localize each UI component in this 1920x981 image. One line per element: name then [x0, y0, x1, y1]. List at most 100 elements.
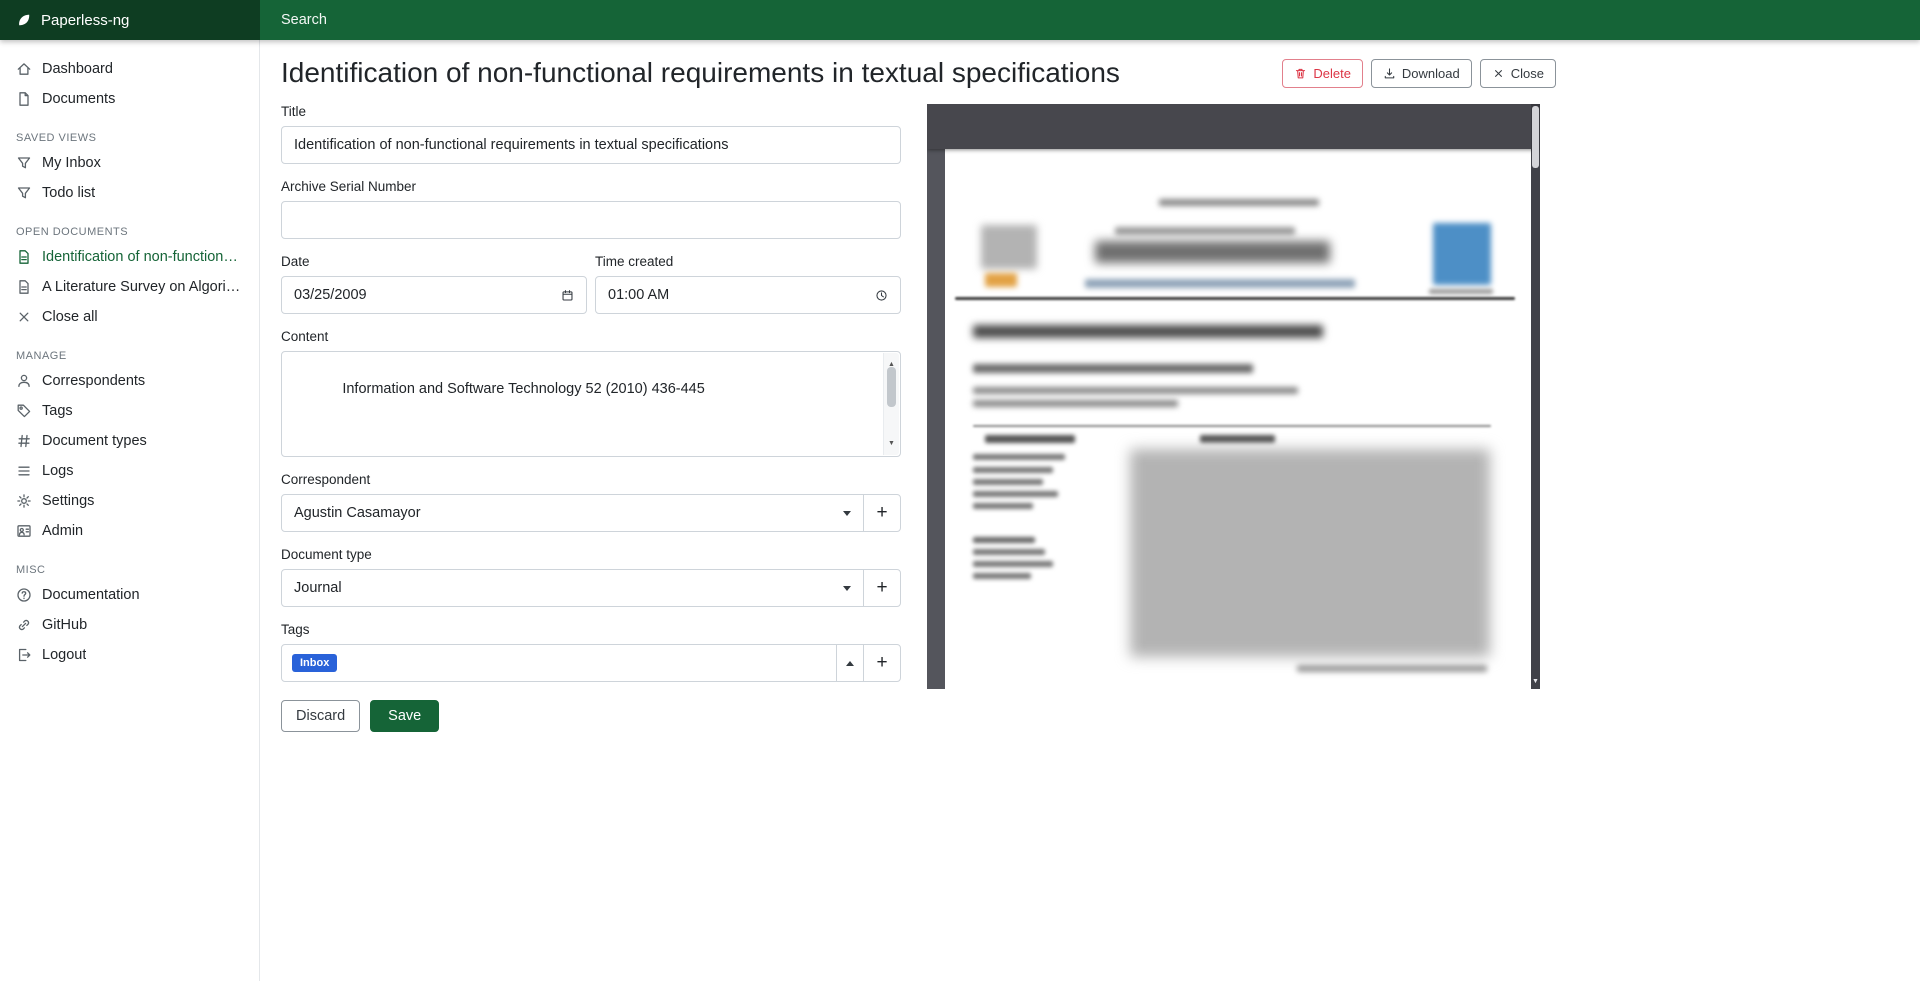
topbar: Paperless-ng	[0, 0, 1920, 40]
header-actions: Delete Download Close	[1282, 59, 1556, 88]
sidebar-item-github[interactable]: GitHub	[0, 610, 259, 640]
sidebar-item-label: GitHub	[42, 617, 87, 633]
date-value: 03/25/2009	[294, 287, 367, 303]
content-scrollbar[interactable]: ▲ ▼	[883, 353, 899, 455]
sidebar-item-label: Tags	[42, 403, 73, 419]
pdf-blur-block	[1095, 241, 1330, 263]
pdf-blur-block	[1115, 227, 1295, 235]
title-input[interactable]	[281, 126, 901, 164]
funnel-icon	[16, 185, 32, 201]
time-created-input[interactable]: 01:00 AM	[595, 276, 901, 314]
sidebar-item-admin[interactable]: Admin	[0, 516, 259, 546]
main-content: Identification of non-functional require…	[260, 40, 1920, 981]
chevron-down-icon	[843, 511, 851, 516]
document-type-field-label: Document type	[281, 547, 901, 562]
scrollbar-thumb[interactable]	[887, 367, 896, 407]
sidebar-item-dashboard[interactable]: Dashboard	[0, 54, 259, 84]
sidebar-item-logs[interactable]: Logs	[0, 456, 259, 486]
pdf-scrollbar-thumb[interactable]	[1532, 106, 1539, 168]
pdf-blur-block	[973, 573, 1031, 579]
sidebar-item-documents[interactable]: Documents	[0, 84, 259, 114]
caret-up-icon	[846, 661, 854, 666]
sidebar-item-label: Close all	[42, 309, 98, 325]
pdf-preview[interactable]: ▼	[927, 104, 1540, 689]
sidebar-section-misc: MISC	[16, 564, 243, 576]
download-button[interactable]: Download	[1371, 59, 1472, 88]
sidebar-item-logout[interactable]: Logout	[0, 640, 259, 670]
trash-icon	[1294, 67, 1307, 80]
document-type-select[interactable]: Journal	[281, 569, 864, 607]
correspondent-select[interactable]: Agustin Casamayor	[281, 494, 864, 532]
pdf-blur-block	[973, 503, 1033, 509]
add-tag-button[interactable]: +	[863, 644, 901, 682]
gear-icon	[16, 493, 32, 509]
tag-badge-inbox[interactable]: Inbox	[292, 654, 337, 672]
tags-dropdown-toggle-button[interactable]	[836, 644, 864, 682]
sidebar-item-label: Admin	[42, 523, 83, 539]
calendar-icon[interactable]	[561, 289, 574, 302]
tags-field-label: Tags	[281, 622, 901, 637]
pdf-page	[945, 149, 1531, 689]
content-textarea[interactable]: Information and Software Technology 52 (…	[281, 351, 901, 457]
sidebar-item-label: Settings	[42, 493, 94, 509]
download-button-label: Download	[1402, 66, 1460, 81]
pdf-blur-block	[973, 561, 1053, 567]
sidebar-item-correspondents[interactable]: Correspondents	[0, 366, 259, 396]
correspondent-field-label: Correspondent	[281, 472, 901, 487]
funnel-icon	[16, 155, 32, 171]
pdf-blur-block	[973, 425, 1491, 427]
sidebar-item-tags[interactable]: Tags	[0, 396, 259, 426]
pdf-blur-block	[955, 297, 1515, 300]
sidebar-item-open-document-2[interactable]: A Literature Survey on Algorithms for Mu…	[0, 272, 259, 302]
pdf-blur-block	[1159, 199, 1319, 206]
download-icon	[1383, 67, 1396, 80]
pdf-blur-block	[985, 273, 1017, 287]
pdf-scroll-down-arrow-icon[interactable]: ▼	[1531, 677, 1540, 687]
pdf-blur-block	[973, 454, 1065, 460]
delete-button[interactable]: Delete	[1282, 59, 1363, 88]
sidebar-item-todo-list[interactable]: Todo list	[0, 178, 259, 208]
sidebar-item-open-document-1[interactable]: Identification of non-functional require…	[0, 242, 259, 272]
pdf-blur-block	[981, 225, 1037, 269]
close-icon	[1492, 67, 1505, 80]
save-button[interactable]: Save	[370, 700, 439, 732]
pdf-blur-block	[973, 537, 1035, 543]
date-input[interactable]: 03/25/2009	[281, 276, 587, 314]
asn-field-label: Archive Serial Number	[281, 179, 901, 194]
pdf-blur-block	[1297, 665, 1487, 672]
sidebar-item-my-inbox[interactable]: My Inbox	[0, 148, 259, 178]
add-document-type-button[interactable]: +	[863, 569, 901, 607]
close-button[interactable]: Close	[1480, 59, 1556, 88]
sidebar-item-document-types[interactable]: Document types	[0, 426, 259, 456]
clock-icon[interactable]	[875, 289, 888, 302]
archive-serial-number-input[interactable]	[281, 201, 901, 239]
sidebar-section-open-documents: OPEN DOCUMENTS	[16, 226, 243, 238]
sidebar-item-close-all[interactable]: Close all	[0, 302, 259, 332]
add-correspondent-button[interactable]: +	[863, 494, 901, 532]
sidebar-item-label: Logout	[42, 647, 86, 663]
pdf-blur-block	[1200, 435, 1275, 443]
link-icon	[16, 617, 32, 633]
sidebar-item-label: Documentation	[42, 587, 140, 603]
scroll-down-arrow-icon[interactable]: ▼	[888, 434, 895, 454]
content-text: Information and Software Technology 52 (…	[294, 381, 705, 458]
pdf-blur-block	[1429, 289, 1493, 294]
sidebar-item-documentation[interactable]: Documentation	[0, 580, 259, 610]
delete-button-label: Delete	[1313, 66, 1351, 81]
chevron-down-icon	[843, 586, 851, 591]
sidebar: Dashboard Documents SAVED VIEWS My Inbox…	[0, 40, 260, 981]
pdf-blur-block	[973, 387, 1298, 394]
sidebar-section-manage: MANAGE	[16, 350, 243, 362]
pdf-blur-block	[1433, 223, 1491, 285]
discard-button[interactable]: Discard	[281, 700, 360, 732]
sidebar-item-label: Documents	[42, 91, 115, 107]
app-brand[interactable]: Paperless-ng	[0, 0, 260, 40]
person-icon	[16, 373, 32, 389]
pdf-viewer-toolbar[interactable]	[927, 104, 1540, 149]
tags-input[interactable]: Inbox	[281, 644, 837, 682]
search-input[interactable]	[281, 12, 921, 28]
pdf-blur-block	[973, 364, 1253, 373]
sidebar-item-settings[interactable]: Settings	[0, 486, 259, 516]
plus-icon: +	[876, 502, 887, 524]
pdf-scrollbar[interactable]: ▼	[1531, 104, 1540, 689]
